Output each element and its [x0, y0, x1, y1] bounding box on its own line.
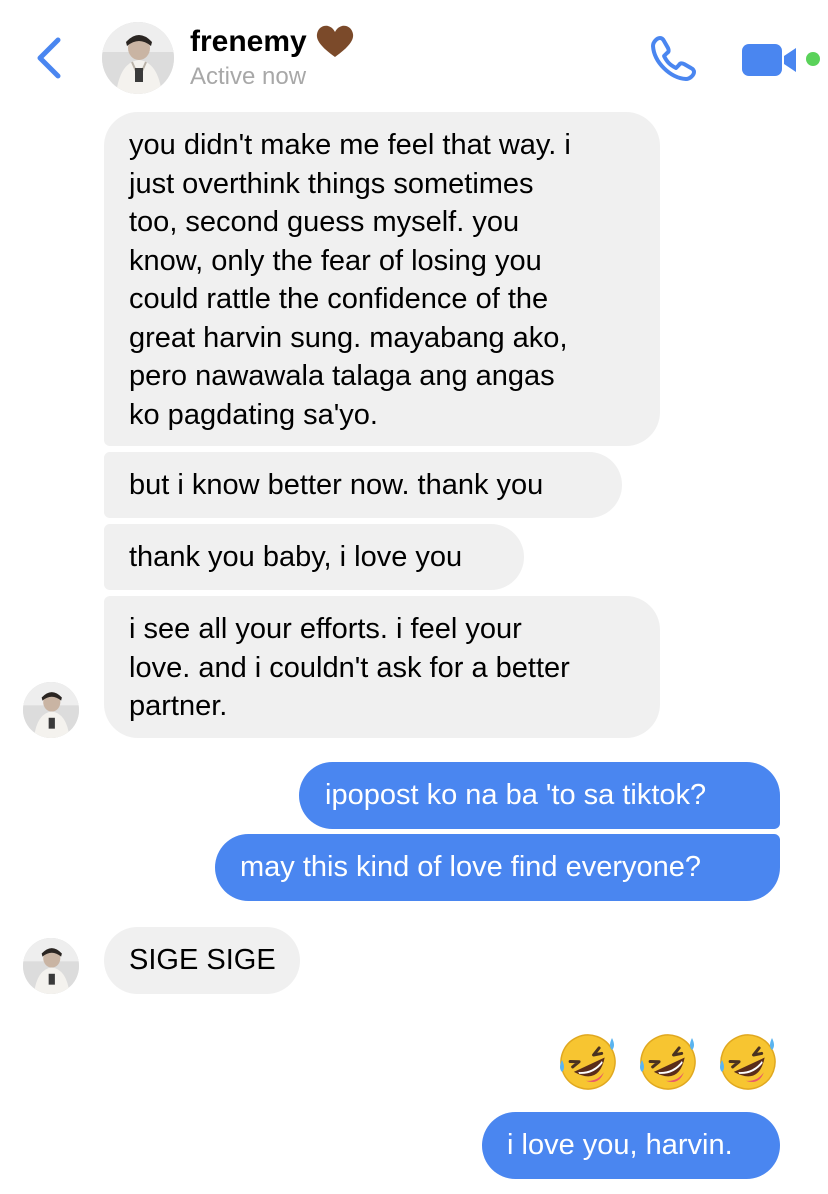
incoming-message[interactable]: i see all your efforts. i feel your love…: [104, 596, 660, 738]
contact-name[interactable]: frenemy: [190, 24, 355, 60]
video-call-button[interactable]: [742, 42, 802, 78]
incoming-message[interactable]: you didn't make me feel that way. i just…: [104, 112, 660, 446]
contact-name-text: frenemy: [190, 25, 307, 58]
outgoing-message[interactable]: i love you, harvin.: [482, 1112, 780, 1179]
incoming-message[interactable]: SIGE SIGE: [104, 927, 300, 994]
incoming-message[interactable]: thank you baby, i love you: [104, 524, 524, 590]
outgoing-message[interactable]: ipopost ko na ba 'to sa tiktok?: [299, 762, 780, 829]
chevron-left-icon: [37, 37, 61, 79]
outgoing-message[interactable]: may this kind of love find everyone?: [215, 834, 780, 901]
contact-avatar-small[interactable]: [23, 938, 79, 994]
brown-heart-icon: [316, 25, 353, 57]
incoming-message[interactable]: but i know better now. thank you: [104, 452, 622, 518]
voice-call-button[interactable]: [648, 34, 698, 84]
rofl-emoji: [720, 1034, 776, 1090]
active-indicator-dot: [806, 52, 820, 66]
rofl-emoji: [560, 1034, 616, 1090]
phone-icon: [651, 36, 696, 81]
contact-avatar[interactable]: [102, 22, 174, 94]
back-button[interactable]: [30, 34, 70, 82]
emoji-message[interactable]: [556, 1030, 780, 1096]
active-status: Active now: [190, 63, 307, 90]
video-camera-icon: [742, 44, 796, 76]
rofl-emoji: [640, 1034, 696, 1090]
conversation-header: frenemy Active now: [0, 0, 828, 108]
contact-avatar-small[interactable]: [23, 682, 79, 738]
